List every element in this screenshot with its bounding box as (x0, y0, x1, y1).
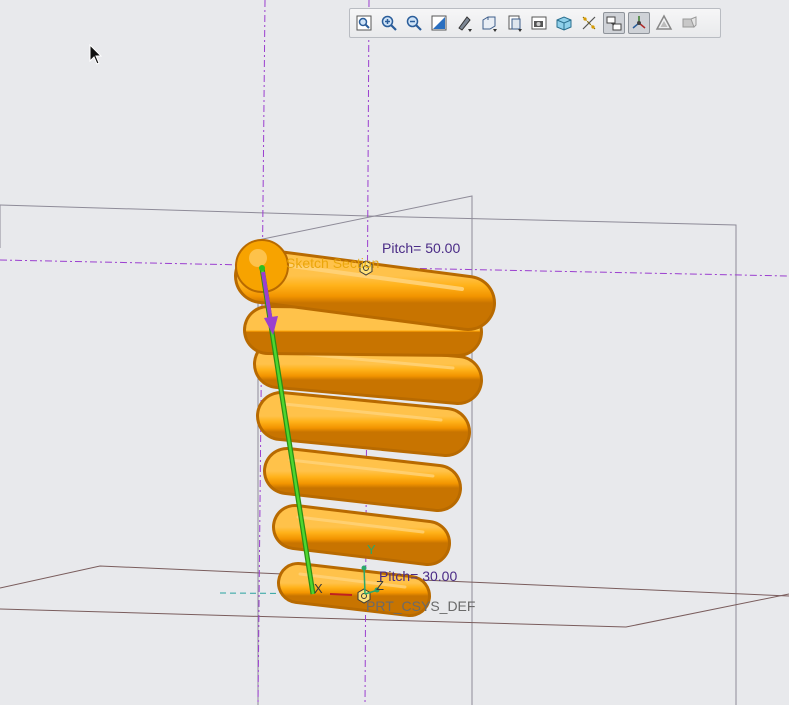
zoom-in-button[interactable] (378, 12, 400, 34)
appearance-icon (655, 14, 673, 30)
spin-center-icon (632, 16, 646, 29)
appearance-button[interactable] (653, 12, 675, 34)
perspective-button[interactable] (528, 12, 550, 34)
graphics-toolbar (349, 8, 721, 38)
datum-display-button[interactable] (578, 12, 600, 34)
saved-orientations-button[interactable] (478, 12, 500, 34)
mouse-pointer-icon (89, 44, 103, 65)
perspective-icon (531, 16, 547, 30)
reorient-button[interactable] (453, 12, 475, 34)
display-style-icon (556, 16, 572, 31)
datum-display-icon (582, 16, 596, 30)
axis-y-label: Y (367, 542, 376, 557)
refit-button[interactable] (353, 12, 375, 34)
graphics-viewport[interactable]: Sketch Section Pitch= 50.00 Pitch= 30.00… (0, 0, 789, 705)
pitch-bottom-label[interactable]: Pitch= 30.00 (379, 569, 457, 583)
sketch-section-label: Sketch Section (286, 255, 380, 271)
pitch-top-label[interactable]: Pitch= 50.00 (382, 241, 460, 255)
view-manager-icon (508, 15, 522, 32)
view-manager-button[interactable] (503, 12, 525, 34)
spin-center-button[interactable] (628, 12, 650, 34)
refit-icon (356, 15, 372, 31)
csys-name-label: PRT_CSYS_DEF (366, 598, 476, 614)
axis-x-label: X (314, 581, 323, 596)
helical-spring[interactable] (234, 239, 496, 617)
zoom-in-icon (381, 15, 397, 31)
axis-z-label: Z (376, 578, 384, 593)
section-button[interactable] (678, 12, 700, 34)
reorient-icon (458, 16, 472, 32)
display-style-button[interactable] (553, 12, 575, 34)
annotation-display-button[interactable] (603, 12, 625, 34)
section-icon (682, 16, 697, 28)
repaint-button[interactable] (428, 12, 450, 34)
annotation-display-icon (606, 16, 622, 31)
section-start-point[interactable] (259, 265, 265, 271)
repaint-icon (431, 15, 447, 31)
saved-orientations-icon (482, 16, 497, 32)
zoom-out-button[interactable] (403, 12, 425, 34)
zoom-out-icon (406, 15, 422, 31)
